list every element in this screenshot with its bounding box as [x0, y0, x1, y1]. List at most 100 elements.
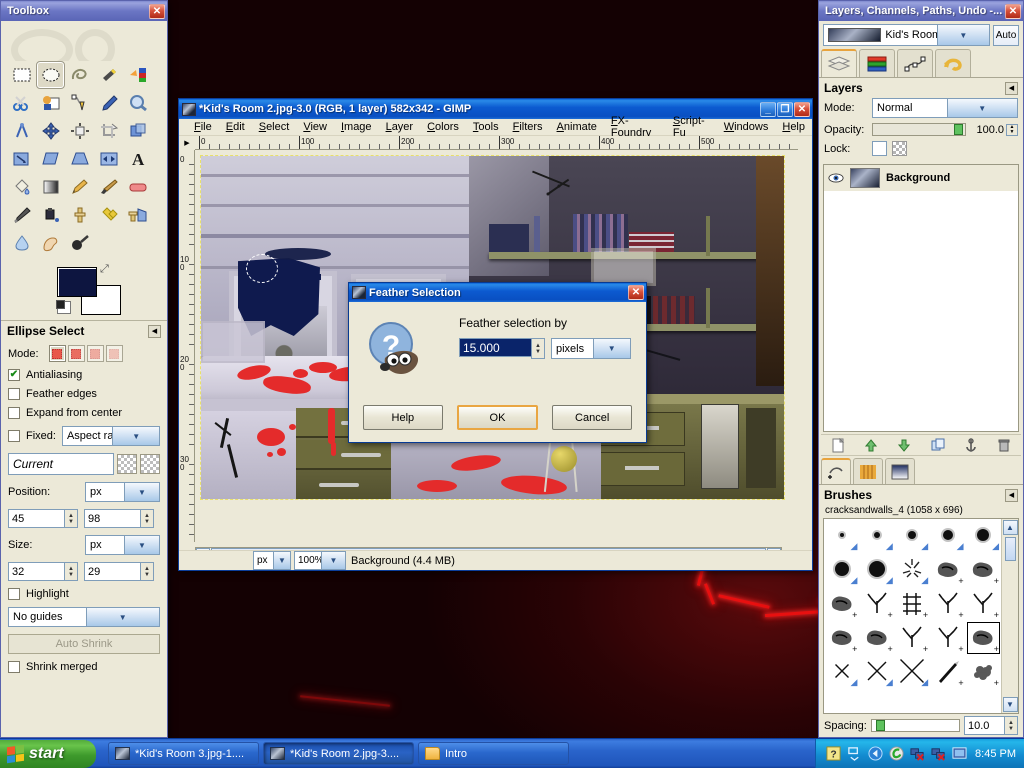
cancel-button[interactable]: Cancel	[552, 405, 633, 430]
unit-select[interactable]: px ▼	[253, 551, 291, 570]
rotate-tool[interactable]	[123, 117, 152, 145]
tab-gradients[interactable]	[885, 458, 915, 484]
scroll-up-icon[interactable]: ▲	[1002, 520, 1018, 535]
brush-cell[interactable]: +	[895, 621, 930, 655]
menu-colors[interactable]: Colors	[420, 120, 466, 134]
minimize-icon[interactable]: _	[760, 101, 776, 117]
brush-cell[interactable]: ◢	[824, 519, 859, 553]
auto-shrink-button[interactable]: Auto Shrink	[8, 634, 160, 654]
guides-select[interactable]: No guides ▼	[8, 607, 160, 627]
pencil-tool[interactable]	[65, 173, 94, 201]
zoom-select[interactable]: 100% ▼	[294, 551, 346, 570]
perspective-tool[interactable]	[65, 145, 94, 173]
highlight-checkbox[interactable]	[8, 588, 20, 600]
eye-icon[interactable]	[828, 172, 844, 184]
mode-add-button[interactable]	[67, 345, 85, 362]
stepper-arrows[interactable]: ▲ ▼	[64, 562, 78, 581]
help-button[interactable]: Help	[363, 405, 443, 430]
brush-cell[interactable]: ◢	[895, 655, 930, 689]
collapse-icon[interactable]: ◀	[148, 324, 161, 338]
spacing-slider[interactable]	[870, 719, 960, 732]
brush-cell[interactable]: +	[859, 587, 894, 621]
network-disconnected-icon[interactable]	[910, 746, 925, 761]
eraser-tool[interactable]	[123, 173, 152, 201]
start-button[interactable]: start	[0, 739, 96, 768]
horizontal-ruler[interactable]: 0 100 200 300 400 500	[195, 136, 798, 150]
brush-cell[interactable]: ◢	[895, 519, 930, 553]
text-tool[interactable]: A	[123, 145, 152, 173]
close-icon[interactable]: ✕	[149, 3, 165, 19]
scale-tool[interactable]	[7, 145, 36, 173]
mode-replace-button[interactable]	[48, 345, 66, 362]
brush-cell[interactable]: +	[824, 587, 859, 621]
heal-tool[interactable]	[94, 201, 123, 229]
toolbox-titlebar[interactable]: Toolbox ✕	[1, 1, 167, 21]
brush-cell[interactable]: +	[930, 621, 965, 655]
close-icon[interactable]: ✕	[1005, 3, 1021, 19]
ok-button[interactable]: OK	[456, 405, 539, 430]
brush-cell[interactable]: +	[966, 553, 1001, 587]
anchor-layer-icon[interactable]	[964, 437, 978, 453]
image-selector[interactable]: Kid's Room 2.jpg-3 ▼	[823, 24, 990, 46]
menu-animate[interactable]: Animate	[550, 120, 604, 134]
delete-layer-icon[interactable]	[997, 438, 1011, 453]
brushes-scrollbar[interactable]: ▲ ▼	[1001, 519, 1018, 713]
flip-tool[interactable]	[94, 145, 123, 173]
layers-list[interactable]: Background	[823, 164, 1019, 432]
feather-amount-input[interactable]: 15.000	[459, 338, 531, 357]
shrink-merged-checkbox[interactable]	[8, 661, 20, 673]
brush-cell[interactable]: ◢	[895, 553, 930, 587]
brush-cell[interactable]: +	[824, 621, 859, 655]
perspective-clone-tool[interactable]	[123, 201, 152, 229]
new-layer-icon[interactable]	[831, 437, 845, 453]
landscape-orientation-button[interactable]	[140, 454, 160, 474]
scroll-down-icon[interactable]: ▼	[1002, 697, 1018, 712]
opacity-slider[interactable]	[872, 123, 966, 136]
shrink-merged-row[interactable]: Shrink merged	[8, 661, 160, 673]
scrollbar-thumb[interactable]	[1004, 537, 1016, 561]
brush-cell[interactable]: +	[895, 587, 930, 621]
position-x-input[interactable]	[8, 509, 64, 528]
taskbar-item-kids-room-3[interactable]: *Kid's Room 3.jpg-1....	[108, 742, 259, 765]
menu-help[interactable]: Help	[775, 120, 812, 134]
move-tool[interactable]	[36, 117, 65, 145]
scissors-select-tool[interactable]	[7, 89, 36, 117]
portrait-orientation-button[interactable]	[117, 454, 137, 474]
menu-layer[interactable]: Layer	[379, 120, 421, 134]
tab-brushes[interactable]	[821, 458, 851, 484]
airbrush-tool[interactable]	[7, 201, 36, 229]
size-width-stepper[interactable]: ▲▼	[8, 562, 78, 581]
color-picker-tool[interactable]	[94, 89, 123, 117]
tab-layers[interactable]	[821, 49, 857, 77]
vertical-ruler[interactable]: 0 100 200 300	[179, 150, 195, 542]
brush-cell[interactable]: ◢	[824, 553, 859, 587]
menu-tools[interactable]: Tools	[466, 120, 506, 134]
close-icon[interactable]: ✕	[628, 285, 644, 300]
clone-tool[interactable]	[65, 201, 94, 229]
show-hidden-icons-icon[interactable]	[847, 746, 862, 761]
menu-file[interactable]: File	[187, 120, 219, 134]
mode-intersect-button[interactable]	[105, 345, 123, 362]
network-disconnected-icon[interactable]	[931, 746, 946, 761]
menu-windows[interactable]: Windows	[717, 120, 776, 134]
dodge-burn-tool[interactable]	[65, 229, 94, 257]
measure-tool[interactable]	[7, 117, 36, 145]
size-height-stepper[interactable]: ▲▼	[84, 562, 154, 581]
clock[interactable]: 8:45 PM	[975, 748, 1016, 760]
menu-image[interactable]: Image	[334, 120, 379, 134]
brush-cell[interactable]: ◢	[930, 519, 965, 553]
brush-cell[interactable]: ◢	[966, 519, 1001, 553]
fuzzy-select-tool[interactable]	[94, 61, 123, 89]
auto-button[interactable]: Auto	[993, 24, 1019, 46]
paths-tool[interactable]	[65, 89, 94, 117]
brush-cell[interactable]: +	[930, 553, 965, 587]
alignment-tool[interactable]	[65, 117, 94, 145]
antivirus-tray-icon[interactable]	[889, 746, 904, 761]
brush-cell[interactable]: ◢	[824, 655, 859, 689]
stepper-arrows[interactable]: ▲ ▼	[531, 338, 545, 359]
blend-tool[interactable]	[36, 173, 65, 201]
select-by-color-tool[interactable]	[123, 61, 152, 89]
fixed-checkbox[interactable]	[8, 430, 20, 442]
lock-pixels-checkbox[interactable]	[872, 141, 887, 156]
spacing-value[interactable]: 10.0	[964, 716, 1004, 735]
